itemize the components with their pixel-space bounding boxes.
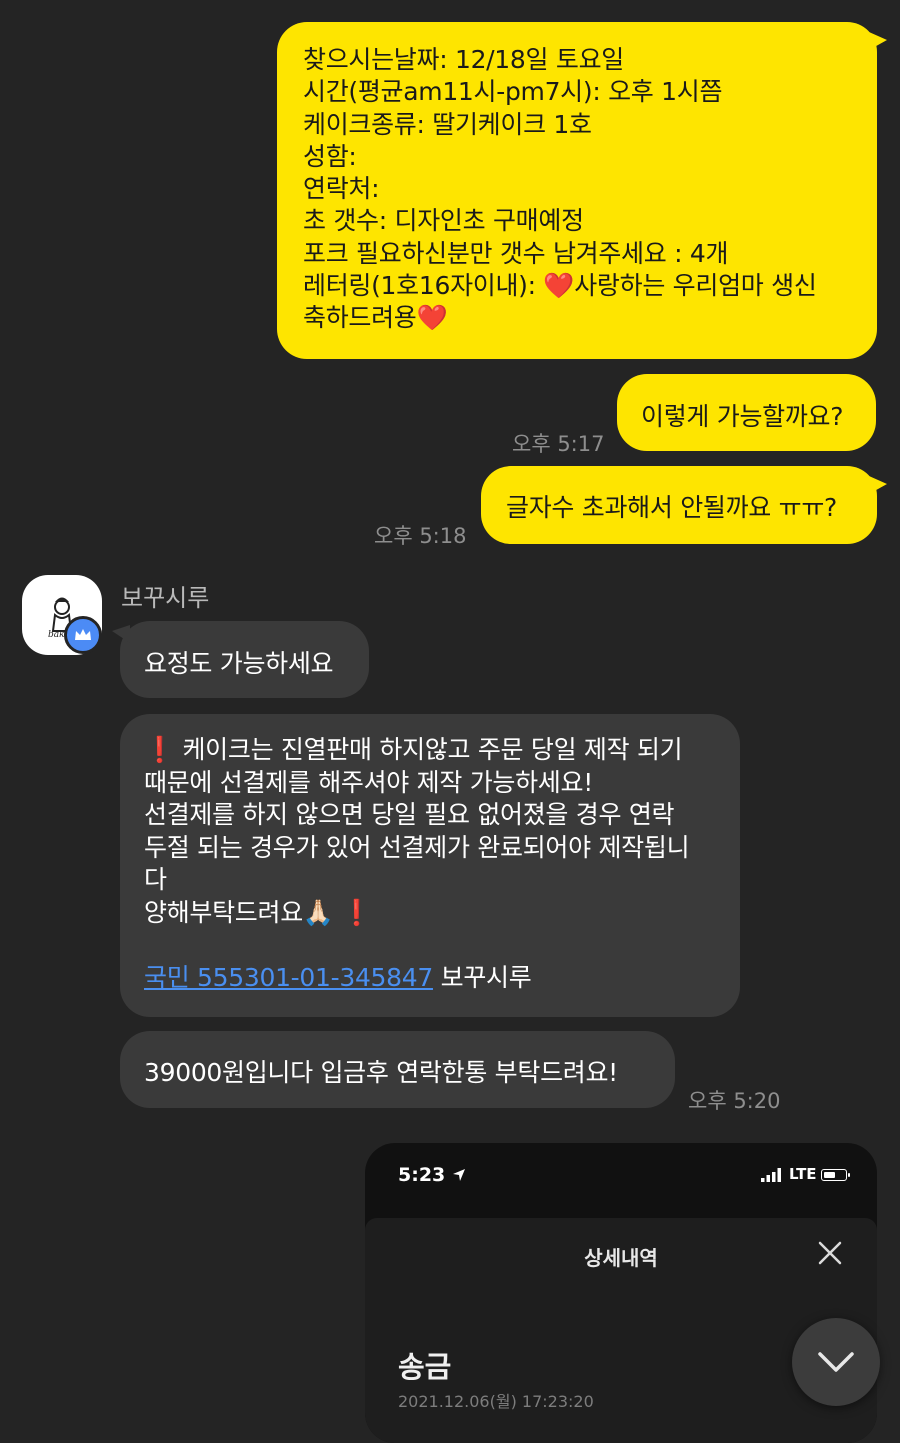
lettering-text-2: 축하드려용: [303, 303, 417, 333]
notice-text-line: 다: [144, 865, 167, 894]
message-time: 오후 5:18: [374, 524, 467, 548]
scroll-down-button[interactable]: [792, 1318, 880, 1406]
exclamation-icon: ❗: [341, 897, 373, 927]
pray-emoji: 🙏🏻: [302, 897, 334, 927]
notice-text-line: 때문에 선결제를 해주셔야 제작 가능하세요!: [144, 767, 593, 797]
location-arrow-icon: [453, 1169, 465, 1181]
account-link[interactable]: 국민 555301-01-345847: [144, 963, 433, 992]
notice-line: 양해부탁드려요🙏🏻 ❗: [144, 897, 740, 930]
question-text: 이렇게 가능할까요?: [641, 402, 844, 431]
transaction-type: 송금: [398, 1350, 452, 1384]
account-line: 국민 555301-01-345847 보꾸시루: [144, 958, 532, 994]
price-bubble: 39000원입니다 입금후 연락한통 부탁드려요!: [120, 1031, 675, 1108]
question-bubble: 이렇게 가능할까요?: [617, 374, 876, 451]
order-form-bubble: 찾으시는날짜: 12/18일 토요일 시간(평균am11시-pm7시): 오후 …: [277, 22, 887, 359]
transaction-datetime: 2021.12.06(월) 17:23:20: [398, 1392, 594, 1411]
question-text: 글자수 초과해서 안될까요 ㅠㅠ?: [506, 493, 838, 522]
crown-badge-icon: [64, 616, 102, 654]
order-lettering-line-2: 축하드려용❤️: [303, 302, 877, 334]
detail-panel: 상세내역 송금 2021.12.06(월) 17:23:20: [365, 1218, 877, 1443]
lettering-text: 사랑하는 우리엄마 생신: [574, 271, 817, 301]
heart-emoji: ❤️: [416, 303, 448, 333]
notice-text-line: 두절 되는 경우가 있어 선결제가 완료되어야 제작됩니: [144, 832, 690, 862]
notice-bubble: ❗ 케이크는 진열판매 하지않고 주문 당일 제작 되기 때문에 선결제를 해주…: [120, 714, 740, 1017]
message-time: 오후 5:17: [512, 432, 605, 456]
reply-text: 요정도 가능하세요: [144, 649, 334, 678]
panel-title: 상세내역: [584, 1246, 658, 1270]
order-name-line: 성함:: [303, 141, 357, 171]
message-time: 오후 5:20: [688, 1089, 781, 1113]
signal-bars-icon: [761, 1168, 781, 1182]
notice-text-line: 양해부탁드려요: [144, 897, 303, 927]
question-bubble: 글자수 초과해서 안될까요 ㅠㅠ?: [481, 466, 887, 544]
close-icon[interactable]: [817, 1240, 843, 1266]
order-time-line: 시간(평균am11시-pm7시): 오후 1시쯤: [303, 77, 723, 107]
transfer-screenshot-image[interactable]: 5:23 LTE 상세내역 송금 2021.12.06(월) 17:23:20: [365, 1143, 877, 1443]
order-lettering-line: 레터링(1호16자이내): ❤️사랑하는 우리엄마 생신: [303, 270, 877, 302]
order-contact-line: 연락처:: [303, 174, 380, 204]
sender-name: 보꾸시루: [121, 584, 210, 612]
notice-text-line: 케이크는 진열판매 하지않고 주문 당일 제작 되기: [182, 735, 683, 764]
order-candle-line: 초 갯수: 디자인초 구매예정: [303, 206, 584, 236]
notice-line: ❗ 케이크는 진열판매 하지않고 주문 당일 제작 되기: [144, 734, 740, 767]
battery-icon: [821, 1169, 850, 1181]
account-holder: 보꾸시루: [440, 963, 532, 992]
chevron-down-icon: [818, 1352, 854, 1372]
order-fork-line: 포크 필요하신분만 갯수 남겨주세요 : 4개: [303, 238, 729, 268]
order-cake-line: 케이크종류: 딸기케이크 1호: [303, 109, 592, 139]
lettering-label: 레터링(1호16자이내):: [303, 271, 544, 301]
status-time: 5:23: [398, 1164, 446, 1186]
reply-bubble: 요정도 가능하세요: [112, 621, 369, 698]
notice-text: ❗ 케이크는 진열판매 하지않고 주문 당일 제작 되기 때문에 선결제를 해주…: [144, 734, 740, 929]
exclamation-icon: ❗: [144, 735, 175, 764]
order-form-text: 찾으시는날짜: 12/18일 토요일 시간(평균am11시-pm7시): 오후 …: [303, 44, 877, 335]
network-label: LTE: [789, 1165, 817, 1183]
order-date-line: 찾으시는날짜: 12/18일 토요일: [303, 45, 624, 74]
notice-text-line: 선결제를 하지 않으면 당일 필요 없어졌을 경우 연락: [144, 800, 675, 829]
heart-emoji: ❤️: [543, 271, 575, 301]
price-text: 39000원입니다 입금후 연락한통 부탁드려요!: [144, 1058, 618, 1087]
